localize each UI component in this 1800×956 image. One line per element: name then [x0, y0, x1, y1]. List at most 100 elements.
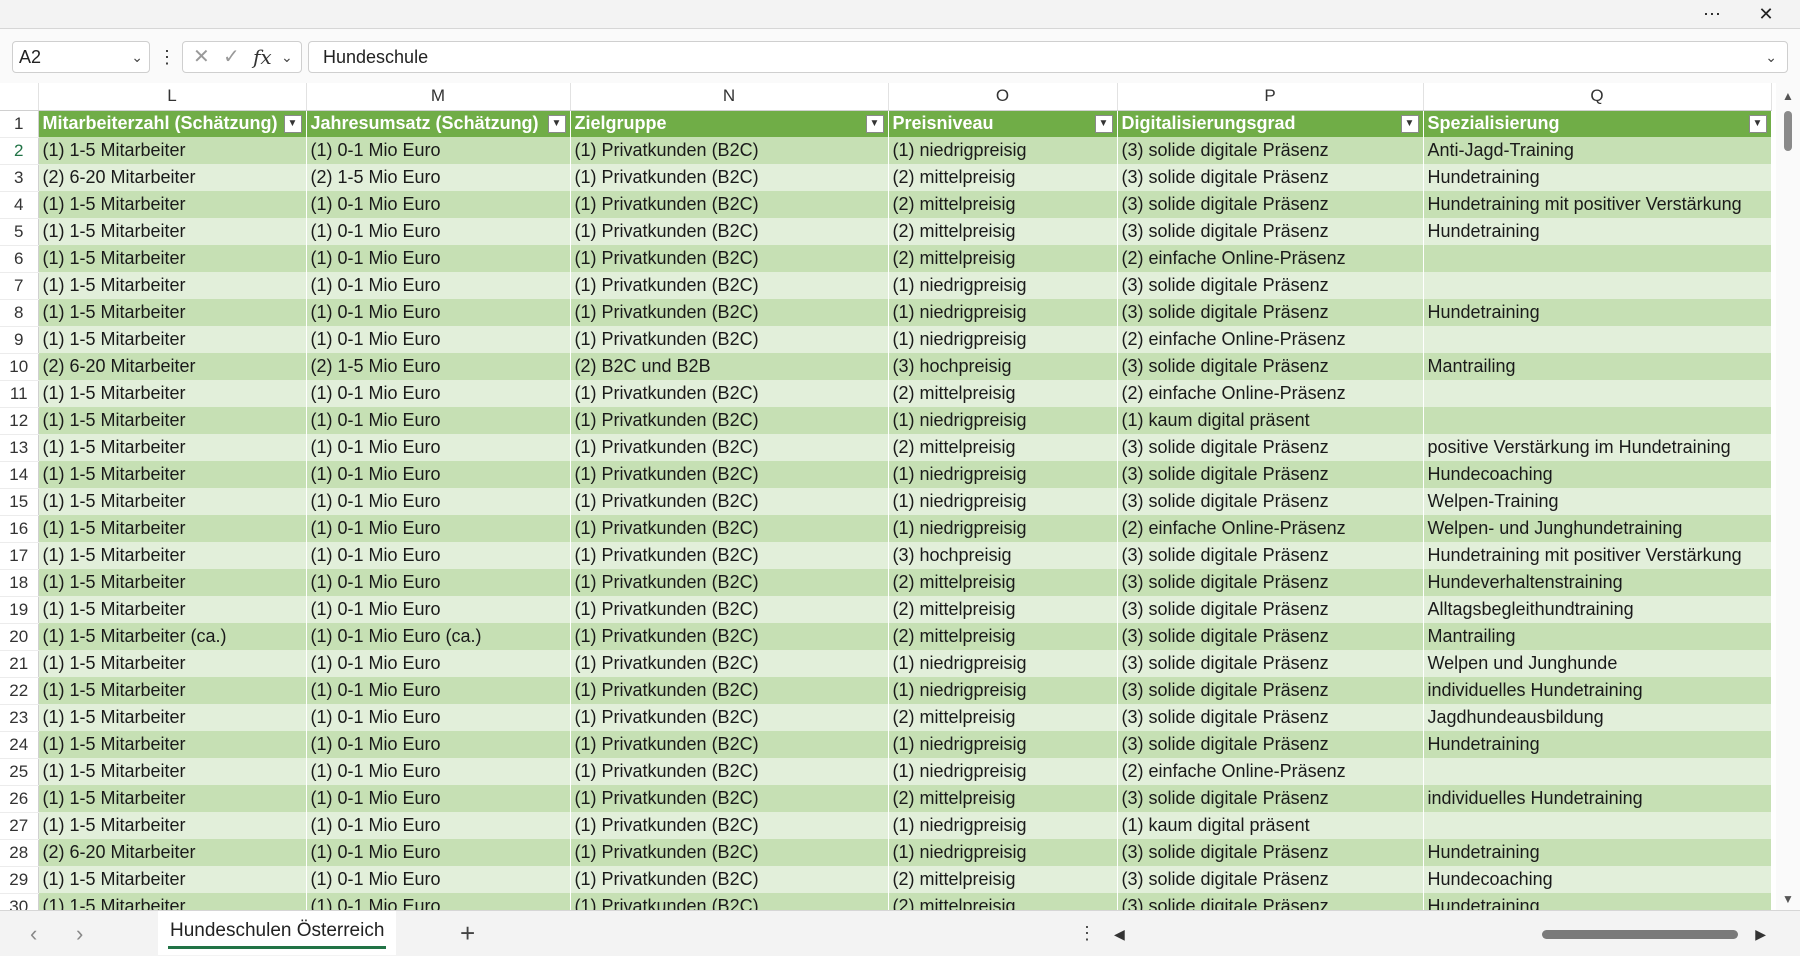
table-cell[interactable]: (3) hochpreisig: [888, 542, 1118, 569]
table-cell[interactable]: (2) einfache Online-Präsenz: [1117, 758, 1424, 785]
table-cell[interactable]: (1) Privatkunden (B2C): [570, 137, 889, 164]
column-header[interactable]: M: [306, 83, 571, 111]
table-cell[interactable]: (1) niedrigpreisig: [888, 515, 1118, 542]
row-header[interactable]: 22: [0, 677, 39, 705]
table-cell[interactable]: (1) 1-5 Mitarbeiter: [38, 191, 307, 218]
table-cell[interactable]: (1) 0-1 Mio Euro: [306, 461, 571, 488]
row-header[interactable]: 21: [0, 650, 39, 678]
scroll-up-icon[interactable]: ▲: [1782, 89, 1794, 103]
table-cell[interactable]: (1) Privatkunden (B2C): [570, 299, 889, 326]
table-cell[interactable]: (2) mittelpreisig: [888, 218, 1118, 245]
table-header-cell[interactable]: Mitarbeiterzahl (Schätzung) ▼: [38, 110, 307, 137]
filter-dropdown-icon[interactable]: ▼: [283, 114, 302, 133]
scroll-right-icon[interactable]: ▶: [1755, 923, 1766, 945]
table-cell[interactable]: (1) kaum digital präsent: [1117, 407, 1424, 434]
table-cell[interactable]: (3) solide digitale Präsenz: [1117, 434, 1424, 461]
close-icon[interactable]: ✕: [1744, 0, 1788, 28]
table-cell[interactable]: (3) solide digitale Präsenz: [1117, 596, 1424, 623]
table-cell[interactable]: (1) 0-1 Mio Euro: [306, 299, 571, 326]
table-cell[interactable]: (1) 1-5 Mitarbeiter: [38, 704, 307, 731]
table-cell[interactable]: (1) 1-5 Mitarbeiter: [38, 596, 307, 623]
table-cell[interactable]: (1) Privatkunden (B2C): [570, 704, 889, 731]
table-cell[interactable]: (3) solide digitale Präsenz: [1117, 164, 1424, 191]
column-header[interactable]: P: [1117, 83, 1424, 111]
table-cell[interactable]: (2) mittelpreisig: [888, 434, 1118, 461]
table-cell[interactable]: Mantrailing: [1423, 353, 1772, 380]
table-cell[interactable]: (3) solide digitale Präsenz: [1117, 866, 1424, 893]
table-cell[interactable]: (1) Privatkunden (B2C): [570, 272, 889, 299]
table-cell[interactable]: (3) hochpreisig: [888, 353, 1118, 380]
more-icon[interactable]: ⋯: [1690, 0, 1734, 28]
table-cell[interactable]: (2) 6-20 Mitarbeiter: [38, 164, 307, 191]
table-cell[interactable]: (3) solide digitale Präsenz: [1117, 353, 1424, 380]
row-header[interactable]: 11: [0, 380, 39, 408]
table-cell[interactable]: (1) 0-1 Mio Euro (ca.): [306, 623, 571, 650]
table-cell[interactable]: (3) solide digitale Präsenz: [1117, 650, 1424, 677]
filter-dropdown-icon[interactable]: ▼: [1748, 114, 1767, 133]
filter-dropdown-icon[interactable]: ▼: [865, 114, 884, 133]
table-cell[interactable]: (2) mittelpreisig: [888, 866, 1118, 893]
table-cell[interactable]: Hundetraining: [1423, 164, 1772, 191]
column-header[interactable]: L: [38, 83, 307, 111]
table-cell[interactable]: (2) mittelpreisig: [888, 191, 1118, 218]
table-cell[interactable]: (2) 1-5 Mio Euro: [306, 164, 571, 191]
table-cell[interactable]: (1) Privatkunden (B2C): [570, 407, 889, 434]
table-cell[interactable]: (1) Privatkunden (B2C): [570, 461, 889, 488]
vertical-scrollbar[interactable]: ▲ ▼: [1776, 83, 1800, 910]
row-header[interactable]: 24: [0, 731, 39, 759]
table-cell[interactable]: (3) solide digitale Präsenz: [1117, 218, 1424, 245]
table-cell[interactable]: (1) 0-1 Mio Euro: [306, 272, 571, 299]
formula-input[interactable]: Hundeschule ⌄: [308, 41, 1788, 73]
table-cell[interactable]: (1) niedrigpreisig: [888, 650, 1118, 677]
table-cell[interactable]: (1) Privatkunden (B2C): [570, 515, 889, 542]
row-header[interactable]: 27: [0, 812, 39, 840]
table-cell[interactable]: Hundeverhaltenstraining: [1423, 569, 1772, 596]
table-cell[interactable]: (1) Privatkunden (B2C): [570, 758, 889, 785]
table-cell[interactable]: (1) kaum digital präsent: [1117, 812, 1424, 839]
row-header[interactable]: 6: [0, 245, 39, 273]
table-cell[interactable]: (1) Privatkunden (B2C): [570, 434, 889, 461]
table-cell[interactable]: (2) 6-20 Mitarbeiter: [38, 839, 307, 866]
table-cell[interactable]: (1) 0-1 Mio Euro: [306, 515, 571, 542]
table-cell[interactable]: (1) 1-5 Mitarbeiter: [38, 272, 307, 299]
table-cell[interactable]: Hundetraining mit positiver Verstärkung: [1423, 542, 1772, 569]
row-header[interactable]: 16: [0, 515, 39, 543]
table-cell[interactable]: (1) 1-5 Mitarbeiter: [38, 785, 307, 812]
table-cell[interactable]: (3) solide digitale Präsenz: [1117, 839, 1424, 866]
table-cell[interactable]: Welpen- und Junghundetraining: [1423, 515, 1772, 542]
table-cell[interactable]: Welpen und Junghunde: [1423, 650, 1772, 677]
table-cell[interactable]: (1) 0-1 Mio Euro: [306, 677, 571, 704]
table-header-cell[interactable]: Zielgruppe ▼: [570, 110, 889, 137]
table-cell[interactable]: (1) 0-1 Mio Euro: [306, 704, 571, 731]
filter-dropdown-icon[interactable]: ▼: [1400, 114, 1419, 133]
table-header-cell[interactable]: Preisniveau ▼: [888, 110, 1118, 137]
table-cell[interactable]: (3) solide digitale Präsenz: [1117, 623, 1424, 650]
cancel-icon[interactable]: ✕: [193, 42, 210, 72]
table-cell[interactable]: (2) 1-5 Mio Euro: [306, 353, 571, 380]
table-cell[interactable]: (1) 0-1 Mio Euro: [306, 866, 571, 893]
table-cell[interactable]: (1) 1-5 Mitarbeiter: [38, 569, 307, 596]
table-cell[interactable]: (2) mittelpreisig: [888, 569, 1118, 596]
table-cell[interactable]: (1) 1-5 Mitarbeiter: [38, 380, 307, 407]
select-all-corner[interactable]: [0, 83, 39, 111]
row-header[interactable]: 17: [0, 542, 39, 570]
expand-formula-icon[interactable]: ⌄: [1765, 42, 1777, 72]
table-cell[interactable]: (1) 1-5 Mitarbeiter: [38, 434, 307, 461]
table-cell[interactable]: (3) solide digitale Präsenz: [1117, 704, 1424, 731]
table-cell[interactable]: (1) Privatkunden (B2C): [570, 596, 889, 623]
next-sheet-icon[interactable]: ›: [76, 911, 83, 956]
sheet-tab[interactable]: Hundeschulen Österreich: [158, 911, 397, 955]
row-header[interactable]: 12: [0, 407, 39, 435]
filter-dropdown-icon[interactable]: ▼: [547, 114, 566, 133]
table-cell[interactable]: (3) solide digitale Präsenz: [1117, 569, 1424, 596]
row-header[interactable]: 28: [0, 839, 39, 867]
row-header[interactable]: 30: [0, 893, 39, 910]
table-cell[interactable]: (3) solide digitale Präsenz: [1117, 731, 1424, 758]
table-header-cell[interactable]: Spezialisierung ▼: [1423, 110, 1772, 137]
table-cell[interactable]: (2) mittelpreisig: [888, 596, 1118, 623]
table-cell[interactable]: (1) 0-1 Mio Euro: [306, 488, 571, 515]
table-cell[interactable]: [1423, 407, 1772, 434]
add-sheet-icon[interactable]: +: [460, 911, 475, 956]
table-cell[interactable]: Welpen-Training: [1423, 488, 1772, 515]
table-cell[interactable]: (3) solide digitale Präsenz: [1117, 785, 1424, 812]
